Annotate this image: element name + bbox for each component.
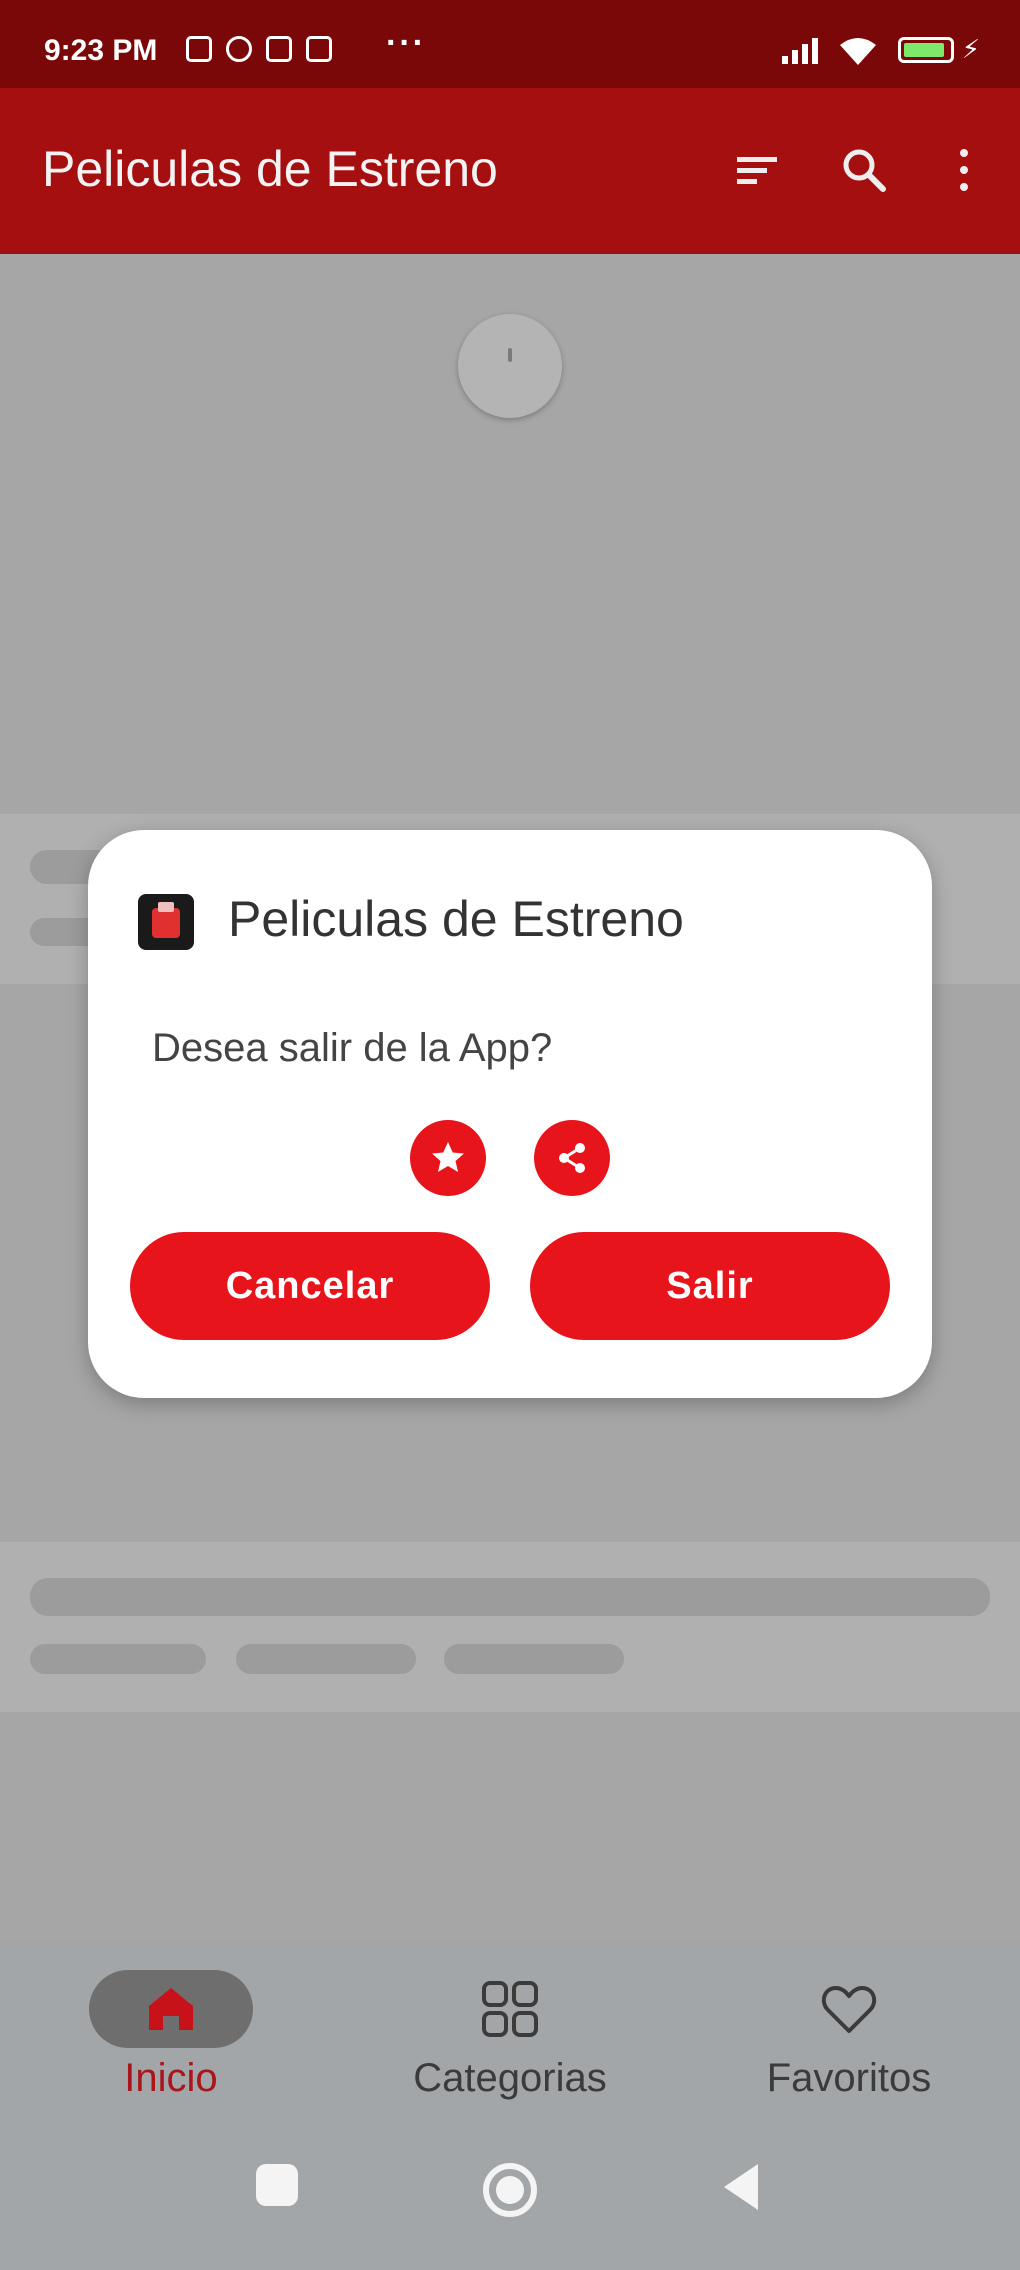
app-title: Peliculas de Estreno (42, 141, 498, 197)
home-button[interactable] (480, 2160, 540, 2225)
sort-button[interactable] (728, 140, 788, 200)
signal-icon (781, 36, 818, 64)
loading-spinner (458, 314, 562, 418)
app-bar: Peliculas de Estreno (0, 88, 1020, 254)
cancel-button[interactable]: Cancelar (130, 1232, 490, 1340)
heart-icon (821, 1986, 877, 2033)
sort-icon (737, 157, 777, 184)
home-icon (149, 1988, 193, 2030)
nav-item-favoritos[interactable]: Favoritos (682, 1970, 1016, 2101)
nav-active-indicator (89, 1970, 253, 2048)
status-bar: 9:23 PM ··· ⚡ (0, 0, 1020, 88)
notification-icon (186, 36, 212, 62)
status-time: 9:23 PM (44, 34, 158, 67)
app-logo-icon (138, 894, 194, 950)
more-options-button[interactable] (934, 140, 994, 200)
dialog-message: Desea salir de la App? (152, 1026, 553, 1070)
nav-item-categorias[interactable]: Categorias (340, 1970, 680, 2101)
notification-icon (306, 36, 332, 62)
more-notifications-icon: ··· (386, 24, 426, 62)
nav-label-favoritos: Favoritos (766, 2056, 932, 2100)
wifi-icon (839, 37, 876, 65)
dialog-title: Peliculas de Estreno (228, 891, 684, 947)
share-button[interactable] (534, 1120, 610, 1196)
skeleton-card (0, 1542, 1020, 1712)
recents-button[interactable] (252, 2160, 302, 2215)
notification-icon (226, 36, 252, 62)
battery-icon (897, 36, 954, 63)
star-icon (432, 1142, 464, 1172)
square-icon (256, 2164, 298, 2206)
system-navigation-bar (0, 2110, 1020, 2270)
back-button[interactable] (718, 2160, 768, 2219)
circle-icon (483, 2163, 537, 2217)
share-icon (559, 1143, 585, 1173)
notification-icons (186, 36, 332, 62)
exit-dialog: Peliculas de Estreno Desea salir de la A… (88, 830, 932, 1398)
charging-icon: ⚡ (961, 34, 980, 64)
search-icon (843, 149, 886, 192)
notification-icon (266, 36, 292, 62)
exit-button[interactable]: Salir (530, 1232, 890, 1340)
grid-icon (482, 1981, 538, 2037)
rate-button[interactable] (410, 1120, 486, 1196)
more-vert-icon (960, 149, 968, 191)
back-triangle-icon (724, 2164, 758, 2210)
nav-label-categorias: Categorias (413, 2056, 607, 2100)
nav-label-inicio: Inicio (124, 2056, 218, 2100)
nav-item-inicio[interactable]: Inicio (4, 1970, 338, 2101)
system-status-icons: ⚡ (781, 34, 980, 65)
search-button[interactable] (834, 140, 894, 200)
bottom-navigation: Inicio Categorias Favoritos (0, 1940, 1020, 2110)
